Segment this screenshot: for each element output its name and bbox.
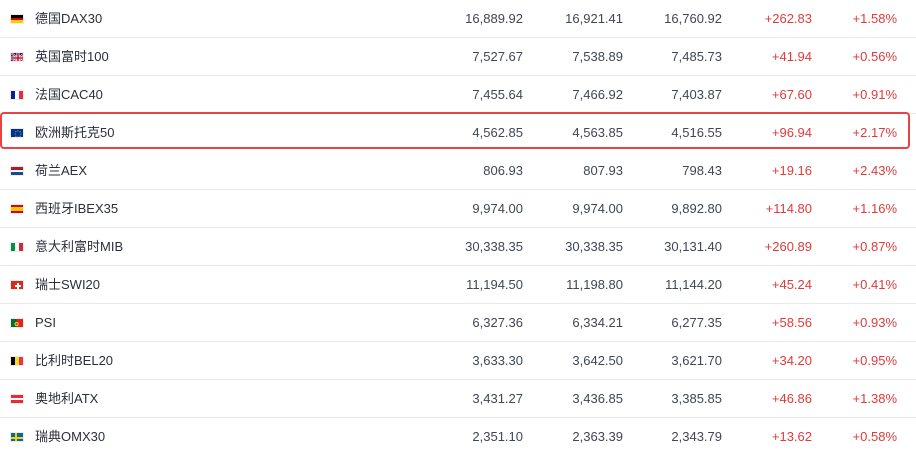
percent-change: +1.38% [852,390,897,406]
index-name: 德国DAX30 [35,10,103,26]
index-name: 欧洲斯托克50 [35,125,115,140]
table-row-psi[interactable]: PSI 6,327.36 6,334.21 6,277.35 +58.56 +0… [0,304,916,342]
index-name: PSI [35,314,56,330]
index-name: 意大利富时MIB [35,238,124,254]
percent-change: +0.87% [852,238,897,254]
index-name: 瑞典OMX30 [35,429,106,444]
percent-change: +0.95% [852,352,897,368]
percent-change: +1.58% [852,10,897,26]
index-name: 比利时BEL20 [35,352,114,368]
table-row-mib[interactable]: 意大利富时MIB 30,338.35 30,338.35 30,131.40 +… [0,228,916,266]
index-name: 法国CAC40 [35,86,103,102]
sweden-flag-icon [10,432,24,442]
uk-flag-icon [10,52,24,62]
table-row-omx[interactable]: 瑞典OMX30 2,351.10 2,363.39 2,343.79 +13.6… [0,418,916,456]
index-name: 荷兰AEX [35,162,88,178]
italy-flag-icon [10,242,24,252]
index-name: 西班牙IBEX35 [35,200,119,216]
percent-change: +0.58% [852,429,897,444]
percent-change: +0.41% [852,276,897,292]
netherlands-flag-icon [10,166,24,176]
table-row-atx[interactable]: 奥地利ATX 3,431.27 3,436.85 3,385.85 +46.86… [0,380,916,418]
germany-flag-icon [10,14,24,24]
table-row-ftse[interactable]: 英国富时100 7,527.67 7,538.89 7,485.73 +41.9… [0,38,916,76]
percent-change: +0.56% [852,48,897,64]
table-row-dax[interactable]: 德国DAX30 16,889.92 16,921.41 16,760.92 +2… [0,0,916,38]
percent-change: +2.17% [852,125,897,140]
percent-change: +1.16% [852,200,897,216]
table-row-stoxx50[interactable]: 欧洲斯托克50 4,562.85 4,563.85 4,516.55 +96.9… [0,114,916,152]
percent-change: +0.91% [852,86,897,102]
spain-flag-icon [10,204,24,214]
table-row-bel[interactable]: 比利时BEL20 3,633.30 3,642.50 3,621.70 +34.… [0,342,916,380]
percent-change: +0.93% [852,314,897,330]
percent-change: +2.43% [852,162,897,178]
table-row-aex[interactable]: 荷兰AEX 806.93 807.93 798.43 +19.16 +2.43% [0,152,916,190]
index-name: 英国富时100 [35,48,109,64]
table-row-smi[interactable]: 瑞士SWI20 11,194.50 11,198.80 11,144.20 +4… [0,266,916,304]
table-row-cac[interactable]: 法国CAC40 7,455.64 7,466.92 7,403.87 +67.6… [0,76,916,114]
portugal-flag-icon [10,318,24,328]
belgium-flag-icon [10,356,24,366]
austria-flag-icon [10,394,24,404]
eu-flag-icon [10,128,24,138]
index-name: 奥地利ATX [35,390,99,406]
france-flag-icon [10,90,24,100]
market-index-table: 德国DAX30 16,889.92 16,921.41 16,760.92 +2… [0,0,916,455]
index-name: 瑞士SWI20 [35,276,101,292]
table-row-ibex[interactable]: 西班牙IBEX35 9,974.00 9,974.00 9,892.80 +11… [0,190,916,228]
switzerland-flag-icon [10,280,24,290]
